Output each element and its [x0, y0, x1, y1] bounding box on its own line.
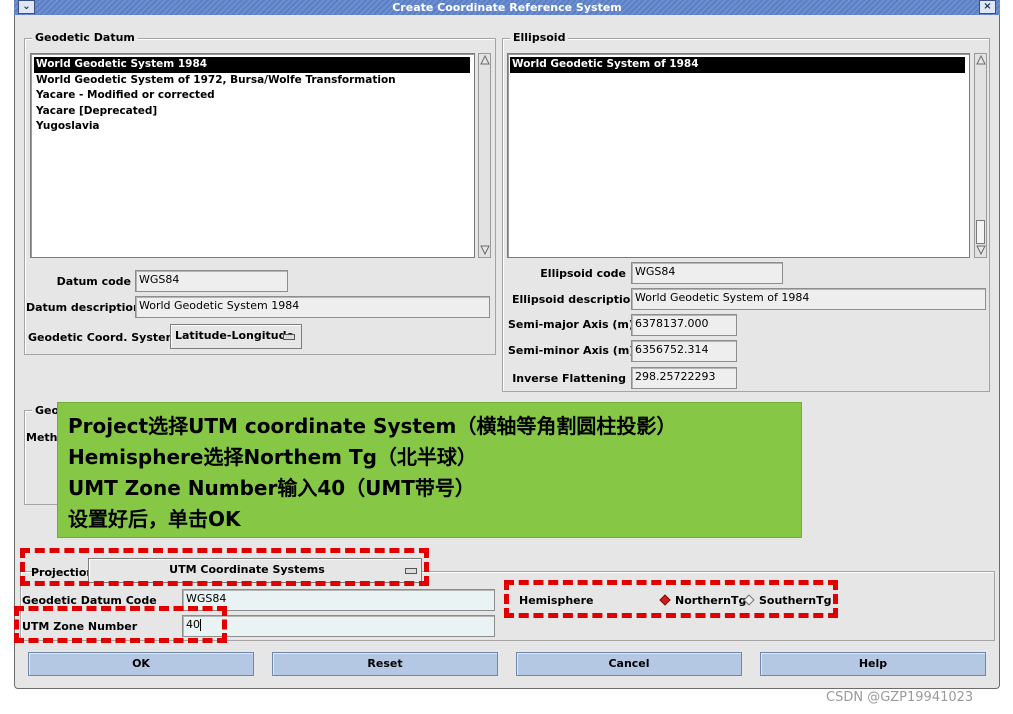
datum-list-scrollbar[interactable]: [478, 53, 491, 258]
ellipsoid-group-title: Ellipsoid: [510, 31, 569, 44]
datum-list[interactable]: World Geodetic System 1984 World Geodeti…: [30, 53, 475, 258]
ellipsoid-list-scrollbar[interactable]: [974, 53, 987, 258]
list-item[interactable]: World Geodetic System of 1972, Bursa/Wol…: [34, 73, 474, 89]
callout-line-2: Hemisphere选择Northem Tg（北半球）: [68, 445, 477, 469]
dropdown-indicator-icon: [283, 334, 295, 340]
list-item[interactable]: World Geodetic System 1984: [34, 57, 470, 73]
scroll-down-icon[interactable]: [480, 245, 490, 255]
callout-line-4: 设置好后，单击OK: [68, 507, 241, 531]
annotation-callout: Project选择UTM coordinate System（横轴等角割圆柱投影…: [57, 402, 802, 538]
help-button[interactable]: Help: [760, 652, 986, 676]
utm-zone-number-input[interactable]: 40: [182, 615, 495, 637]
ellipsoid-code-field[interactable]: WGS84: [631, 262, 783, 284]
ellipsoid-description-label: Ellipsoid description: [512, 293, 639, 306]
scroll-thumb[interactable]: [976, 220, 985, 244]
inverse-flattening-label: Inverse Flattening: [512, 372, 626, 385]
utm-zone-highlight: [14, 606, 227, 643]
semi-major-axis-field[interactable]: 6378137.000: [631, 314, 737, 336]
close-icon: ×: [983, 1, 992, 12]
ellipsoid-description-field[interactable]: World Geodetic System of 1984: [631, 288, 986, 310]
projection-highlight: [20, 548, 429, 586]
semi-minor-axis-label: Semi-minor Axis (m): [508, 344, 635, 357]
list-item[interactable]: World Geodetic System of 1984: [510, 57, 965, 73]
datum-code-label: Datum code: [56, 275, 131, 288]
geodetic-coord-system-dropdown[interactable]: Latitude-Longitude: [170, 324, 302, 349]
semi-minor-axis-field[interactable]: 6356752.314: [631, 340, 737, 362]
geodetic-datum-group-title: Geodetic Datum: [32, 31, 138, 44]
ellipsoid-code-label: Ellipsoid code: [540, 267, 626, 280]
geodetic-coord-system-value: Latitude-Longitude: [175, 329, 294, 342]
datum-code-field[interactable]: WGS84: [135, 270, 288, 292]
callout-line-1: Project选择UTM coordinate System（横轴等角割圆柱投影…: [68, 414, 677, 438]
window-menu-button[interactable]: ⌄: [18, 0, 35, 14]
inverse-flattening-field[interactable]: 298.25722293: [631, 367, 737, 389]
list-item[interactable]: Yugoslavia: [34, 119, 474, 135]
reset-button[interactable]: Reset: [272, 652, 498, 676]
geodetic-coord-system-label: Geodetic Coord. System: [28, 331, 178, 344]
datum-description-label: Datum description: [26, 301, 141, 314]
ok-button[interactable]: OK: [28, 652, 254, 676]
semi-major-axis-label: Semi-major Axis (m): [508, 318, 634, 331]
close-button[interactable]: ×: [979, 0, 996, 14]
list-item[interactable]: Yacare - Modified or corrected: [34, 88, 474, 104]
scroll-up-icon[interactable]: [480, 55, 490, 65]
datum-description-field[interactable]: World Geodetic System 1984: [135, 296, 490, 318]
scroll-down-icon[interactable]: [976, 245, 986, 255]
chevron-down-icon: ⌄: [22, 1, 31, 12]
window-title: Create Coordinate Reference System: [392, 1, 622, 14]
scroll-up-icon[interactable]: [976, 55, 986, 65]
watermark: CSDN @GZP19941023: [826, 690, 974, 705]
hemisphere-highlight: [504, 580, 838, 618]
cancel-button[interactable]: Cancel: [516, 652, 742, 676]
list-item[interactable]: Yacare [Deprecated]: [34, 104, 474, 120]
callout-line-3: UMT Zone Number输入40（UMT带号）: [68, 476, 475, 500]
geodetic-datum-code-field[interactable]: WGS84: [182, 589, 495, 611]
ellipsoid-list[interactable]: World Geodetic System of 1984: [507, 53, 970, 258]
